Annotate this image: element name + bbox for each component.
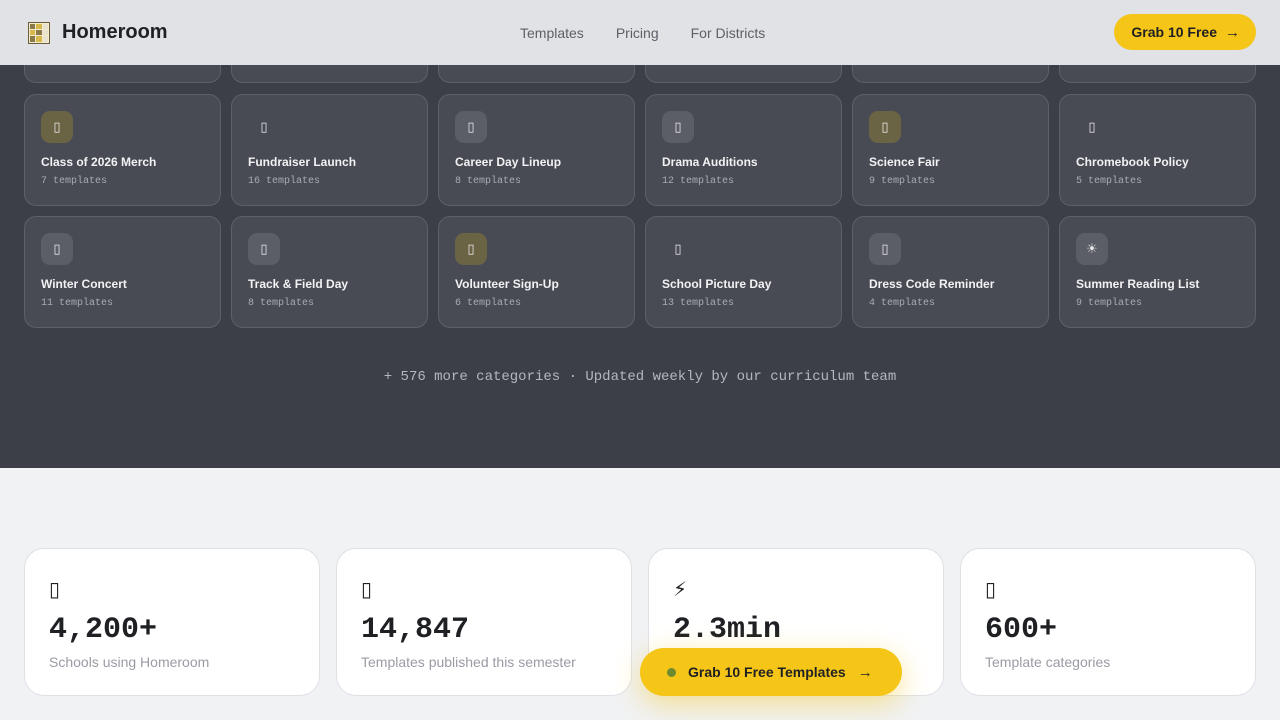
stat-icon: ▯ [361, 579, 373, 601]
grab-free-templates-label: Grab 10 Free Templates [688, 664, 846, 680]
category-icon: ▯ [662, 111, 694, 143]
stat-value: 4,200+ [49, 613, 158, 647]
category-icon: ▯ [869, 233, 901, 265]
category-title: Volunteer Sign-Up [455, 277, 559, 291]
category-icon: ▯ [260, 119, 268, 134]
category-count: 8 templates [248, 298, 315, 309]
category-count: 9 templates [869, 176, 936, 187]
stat-card-schools: ▯ 4,200+ Schools using Homeroom [24, 548, 320, 696]
lightning-icon: ⚡ [673, 579, 688, 601]
stat-label: Template categories [985, 654, 1111, 670]
main-nav: Templates Pricing For Districts [520, 25, 765, 41]
stat-value: 2.3min [673, 613, 782, 647]
brand-logo[interactable]: Homeroom [28, 21, 168, 44]
category-title: Career Day Lineup [455, 155, 562, 169]
category-card[interactable]: ▯ Career Day Lineup 8 templates [438, 94, 635, 206]
category-icon: ▯ [41, 233, 73, 265]
category-count: 4 templates [869, 298, 936, 309]
category-card[interactable]: ▯ Drama Auditions 12 templates [645, 94, 842, 206]
category-title: Fundraiser Launch [248, 155, 357, 169]
stat-value: 600+ [985, 613, 1058, 647]
grab-free-templates-button[interactable]: Grab 10 Free Templates → [640, 648, 902, 696]
stat-label: Schools using Homeroom [49, 654, 210, 670]
category-title: School Picture Day [662, 277, 772, 291]
category-count: 16 templates [248, 176, 321, 187]
category-count: 8 templates [455, 176, 522, 187]
sun-icon: ☀ [1076, 233, 1108, 265]
site-header: Homeroom Templates Pricing For Districts… [0, 0, 1280, 65]
category-title: Chromebook Policy [1076, 155, 1189, 169]
category-count: 11 templates [41, 298, 114, 309]
category-count: 12 templates [662, 176, 735, 187]
category-card[interactable]: ☀ Summer Reading List 9 templates [1059, 216, 1256, 328]
category-icon: ▯ [674, 241, 682, 256]
category-icon: ▯ [455, 111, 487, 143]
category-card[interactable]: ▯ Science Fair 9 templates [852, 94, 1049, 206]
category-title: Class of 2026 Merch [41, 155, 157, 169]
stat-value: 14,847 [361, 613, 470, 647]
arrow-right-icon: → [1225, 23, 1240, 41]
stat-icon: ▯ [985, 579, 997, 601]
category-icon: ▯ [41, 111, 73, 143]
category-title: Summer Reading List [1076, 277, 1200, 291]
category-card[interactable]: ▯ School Picture Day 13 templates [645, 216, 842, 328]
status-dot-icon [667, 667, 676, 677]
category-title: Dress Code Reminder [869, 277, 995, 291]
categories-section: ▯ Class of 2026 Merch 7 templates ▯ Fundrais… [0, 0, 1280, 468]
category-card[interactable]: ▯ Volunteer Sign-Up 6 templates [438, 216, 635, 328]
grab-free-button[interactable]: Grab 10 Free → [1114, 14, 1256, 50]
category-count: 6 templates [455, 298, 522, 309]
category-title: Winter Concert [41, 277, 127, 291]
category-icon: ▯ [869, 111, 901, 143]
nav-link-for-districts[interactable]: For Districts [691, 25, 766, 41]
category-card[interactable]: ▯ Dress Code Reminder 4 templates [852, 216, 1049, 328]
category-count: 7 templates [41, 176, 108, 187]
category-card[interactable]: ▯ Class of 2026 Merch 7 templates [24, 94, 221, 206]
category-title: Track & Field Day [248, 277, 349, 291]
arrow-right-icon: → [857, 663, 873, 681]
nav-link-pricing[interactable]: Pricing [616, 25, 659, 41]
category-icon: ▯ [1088, 119, 1096, 134]
stat-card-categories: ▯ 600+ Template categories [960, 548, 1256, 696]
brand-name: Homeroom [62, 21, 168, 43]
grab-free-label: Grab 10 Free [1131, 24, 1217, 40]
category-icon: ▯ [248, 233, 280, 265]
more-categories-text: + 576 more categories · Updated weekly b… [383, 369, 897, 385]
nav-link-templates[interactable]: Templates [520, 25, 584, 41]
stat-card-templates-published: ▯ 14,847 Templates published this semest… [336, 548, 632, 696]
stat-icon: ▯ [49, 579, 61, 601]
category-title: Science Fair [869, 155, 940, 169]
category-icon: ▯ [455, 233, 487, 265]
category-count: 9 templates [1076, 298, 1143, 309]
category-title: Drama Auditions [662, 155, 758, 169]
category-card[interactable]: ▯ Winter Concert 11 templates [24, 216, 221, 328]
category-count: 5 templates [1076, 176, 1143, 187]
category-card[interactable]: ▯ Chromebook Policy 5 templates [1059, 94, 1256, 206]
category-card[interactable]: ▯ Track & Field Day 8 templates [231, 216, 428, 328]
category-card[interactable]: ▯ Fundraiser Launch 16 templates [231, 94, 428, 206]
stat-label: Templates published this semester [361, 654, 576, 670]
category-count: 13 templates [662, 298, 735, 309]
logo-icon [28, 21, 50, 44]
